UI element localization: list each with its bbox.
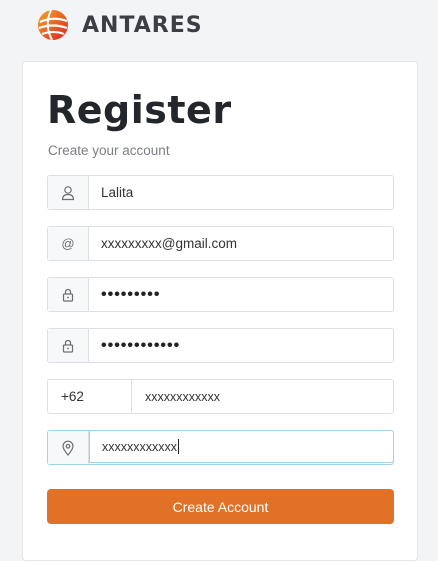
at-icon: @: [48, 227, 89, 260]
confirm-password-input[interactable]: ••••••••••••: [89, 329, 393, 362]
location-input[interactable]: xxxxxxxxxxxx: [89, 430, 394, 463]
email-input[interactable]: xxxxxxxxx@gmail.com: [89, 227, 393, 260]
password-input[interactable]: •••••••••: [89, 278, 393, 311]
page-title: Register: [47, 88, 232, 132]
create-account-button[interactable]: Create Account: [47, 489, 394, 524]
email-field: @ xxxxxxxxx@gmail.com: [47, 226, 394, 261]
register-card: Register Create your account Lalita @ xx…: [22, 61, 418, 561]
text-caret: [178, 439, 179, 454]
confirm-password-field: ••••••••••••: [47, 328, 394, 363]
lock-icon: [48, 329, 89, 362]
phone-number-input[interactable]: xxxxxxxxxxxx: [131, 379, 394, 414]
password-field: •••••••••: [47, 277, 394, 312]
name-field: Lalita: [47, 175, 394, 210]
brand-header: ANTARES: [36, 8, 203, 42]
user-icon: [48, 176, 89, 209]
brand-name: ANTARES: [82, 12, 203, 38]
country-code-input[interactable]: +62: [47, 379, 132, 414]
lock-icon: [48, 278, 89, 311]
antares-globe-logo: [38, 9, 68, 41]
location-field: xxxxxxxxxxxx: [47, 430, 394, 465]
phone-field: +62 xxxxxxxxxxxx: [47, 379, 394, 414]
page-subtitle: Create your account: [48, 143, 170, 158]
location-pin-icon: [48, 431, 89, 464]
name-input[interactable]: Lalita: [89, 176, 393, 209]
location-input-value: xxxxxxxxxxxx: [102, 439, 177, 454]
